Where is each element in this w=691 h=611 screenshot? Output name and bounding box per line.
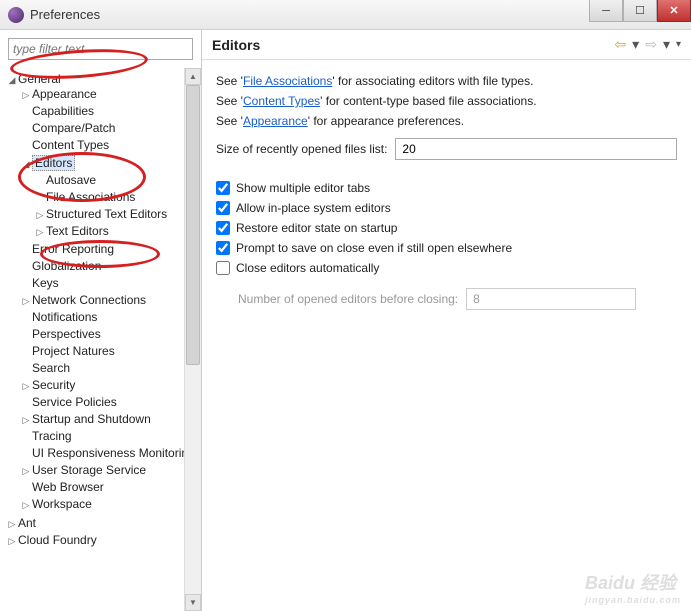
num-editors-input <box>466 288 636 310</box>
minimize-button[interactable] <box>589 0 623 22</box>
main-panel: Editors ⇦ ▾ ⇨ ▾ ▾ See 'File Associations' … <box>202 30 691 611</box>
tree-item-tracing[interactable]: Tracing <box>32 429 72 443</box>
tree-item-content-types[interactable]: Content Types <box>32 138 109 152</box>
tree-item-startup[interactable]: Startup and Shutdown <box>32 412 151 426</box>
tree-item-keys[interactable]: Keys <box>32 276 59 290</box>
intro-line-2: See 'Content Types' for content-type bas… <box>216 94 677 108</box>
chk-inplace-editors[interactable]: Allow in-place system editors <box>216 198 677 218</box>
tree-item-autosave[interactable]: Autosave <box>46 173 96 187</box>
num-editors-label: Number of opened editors before closing: <box>238 292 458 306</box>
scroll-thumb[interactable] <box>186 85 200 365</box>
appearance-link[interactable]: Appearance <box>243 114 308 128</box>
tree-item-network[interactable]: Network Connections <box>32 293 146 307</box>
tree-item-search[interactable]: Search <box>32 361 70 375</box>
tree-item-project-natures[interactable]: Project Natures <box>32 344 115 358</box>
tree-item-ui-responsiveness[interactable]: UI Responsiveness Monitoring <box>32 446 195 460</box>
tree-item-editors[interactable]: Editors <box>32 155 75 171</box>
tree-item-file-associations[interactable]: File Associations <box>46 190 135 204</box>
eclipse-icon <box>8 7 24 23</box>
window-title: Preferences <box>30 7 100 22</box>
tree-item-compare[interactable]: Compare/Patch <box>32 121 115 135</box>
sidebar: General Appearance Capabilities Compare/… <box>0 30 202 611</box>
tree-item-ant[interactable]: Ant <box>18 516 36 530</box>
forward-icon[interactable]: ⇨ <box>645 36 657 53</box>
chk-multiple-tabs[interactable]: Show multiple editor tabs <box>216 178 677 198</box>
tree-item-error-reporting[interactable]: Error Reporting <box>32 242 114 256</box>
chk-prompt-save[interactable]: Prompt to save on close even if still op… <box>216 238 677 258</box>
forward-menu-icon[interactable]: ▾ <box>663 36 670 53</box>
tree-item-appearance[interactable]: Appearance <box>32 87 97 101</box>
tree-scrollbar[interactable]: ▲ ▼ <box>184 68 201 611</box>
tree-item-web-browser[interactable]: Web Browser <box>32 480 104 494</box>
scroll-down-icon[interactable]: ▼ <box>185 594 201 611</box>
titlebar: Preferences <box>0 0 691 30</box>
tree-item-text-editors[interactable]: Text Editors <box>46 224 109 238</box>
filter-input[interactable] <box>8 38 193 60</box>
close-button[interactable] <box>657 0 691 22</box>
intro-line-1: See 'File Associations' for associating … <box>216 74 677 88</box>
scroll-up-icon[interactable]: ▲ <box>185 68 201 85</box>
back-icon[interactable]: ⇦ <box>614 36 626 53</box>
tree-item-workspace[interactable]: Workspace <box>32 497 92 511</box>
tree-item-cloud[interactable]: Cloud Foundry <box>18 533 97 547</box>
intro-line-3: See 'Appearance' for appearance preferen… <box>216 114 677 128</box>
tree-item-notifications[interactable]: Notifications <box>32 310 97 324</box>
preferences-tree[interactable]: General Appearance Capabilities Compare/… <box>6 70 201 548</box>
window-buttons <box>589 0 691 22</box>
content-types-link[interactable]: Content Types <box>243 94 320 108</box>
recent-files-label: Size of recently opened files list: <box>216 142 387 156</box>
tree-item-capabilities[interactable]: Capabilities <box>32 104 94 118</box>
recent-files-input[interactable] <box>395 138 677 160</box>
maximize-button[interactable] <box>623 0 657 22</box>
chk-close-auto[interactable]: Close editors automatically <box>216 258 677 278</box>
back-menu-icon[interactable]: ▾ <box>632 36 639 53</box>
file-associations-link[interactable]: File Associations <box>243 74 332 88</box>
tree-item-perspectives[interactable]: Perspectives <box>32 327 101 341</box>
tree-item-security[interactable]: Security <box>32 378 75 392</box>
tree-item-globalization[interactable]: Globalization <box>32 259 101 273</box>
tree-item-user-storage[interactable]: User Storage Service <box>32 463 146 477</box>
page-title: Editors <box>212 37 614 53</box>
tree-item-general[interactable]: General <box>18 72 61 86</box>
tree-item-service-policies[interactable]: Service Policies <box>32 395 117 409</box>
chk-restore-state[interactable]: Restore editor state on startup <box>216 218 677 238</box>
view-menu-icon[interactable]: ▾ <box>676 39 681 50</box>
tree-item-structured[interactable]: Structured Text Editors <box>46 207 167 221</box>
